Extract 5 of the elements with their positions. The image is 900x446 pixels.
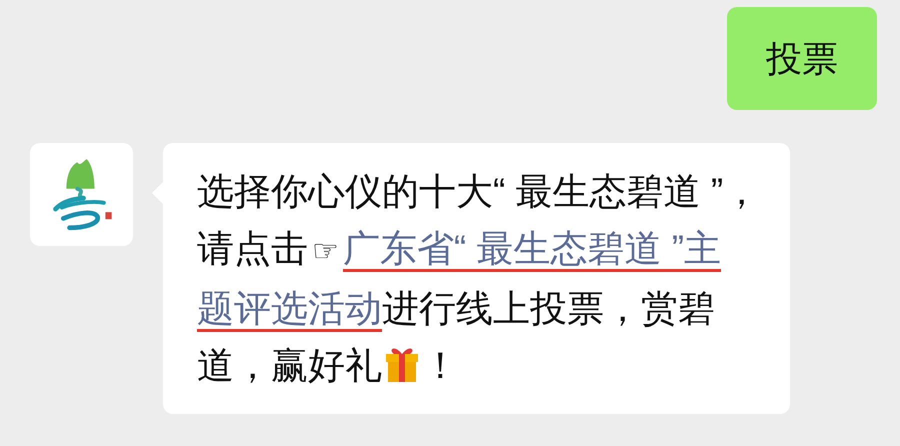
message-bubble: 投票 bbox=[727, 7, 877, 110]
link[interactable]: 题评选活动 bbox=[197, 288, 382, 332]
avatar[interactable] bbox=[30, 143, 133, 246]
link[interactable]: 广东省“ 最生态碧道 ”主 bbox=[342, 228, 722, 272]
message-bubble: 选择你心仪的十大“ 最生态碧道 ”， 请点击☞广东省“ 最生态碧道 ”主 题评选活动进行线上投票，赏碧 道，赢好礼 ！ bbox=[163, 143, 790, 414]
